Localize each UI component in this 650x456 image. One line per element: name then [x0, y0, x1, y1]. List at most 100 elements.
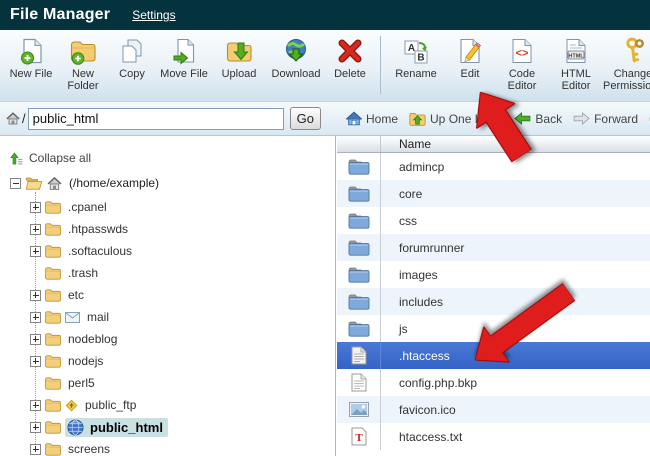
directory-tree-panel: Collapse all (/home/example) .cpanel .ht…	[0, 136, 336, 456]
expand-toggle-icon[interactable]	[30, 289, 41, 301]
forward-button[interactable]: Forward	[573, 112, 638, 126]
edit-button[interactable]: Edit	[446, 36, 494, 80]
svg-text:HTML: HTML	[568, 53, 584, 59]
folder-icon	[45, 310, 61, 324]
code-editor-button[interactable]: <> Code Editor	[496, 36, 548, 92]
tree-item-public-ftp[interactable]: public_ftp	[10, 394, 335, 416]
expand-toggle-icon[interactable]	[30, 421, 41, 433]
file-list-panel: Name admincp core css forumrunner images…	[337, 136, 650, 456]
name-column-header[interactable]: Name	[381, 136, 650, 152]
file-row-core[interactable]: core	[337, 180, 650, 207]
expand-toggle-icon[interactable]	[30, 223, 41, 235]
tree-item-softaculous[interactable]: .softaculous	[10, 240, 335, 262]
expand-toggle-icon[interactable]	[30, 311, 41, 323]
toolbar-label: New File	[9, 68, 53, 80]
folder-icon	[45, 200, 61, 214]
file-list-header: Name	[337, 136, 650, 153]
html-editor-icon: HTML	[562, 36, 590, 66]
tree-item-label: public_ftp	[85, 398, 137, 412]
folder-icon	[45, 266, 61, 280]
tree-item-label: perl5	[68, 376, 95, 390]
svg-text:A: A	[408, 43, 415, 54]
forward-icon	[573, 112, 590, 125]
up-one-level-button[interactable]: Up One Level	[409, 112, 503, 126]
file-row-admincp[interactable]: admincp	[337, 153, 650, 180]
back-icon	[514, 112, 531, 125]
file-row-images[interactable]: images	[337, 261, 650, 288]
copy-button[interactable]: Copy	[109, 36, 155, 80]
settings-link[interactable]: Settings	[132, 8, 175, 22]
change-permissions-button[interactable]: Change Permissions	[603, 36, 650, 92]
delete-icon	[336, 36, 364, 66]
expand-toggle-icon[interactable]	[30, 399, 41, 411]
tree-item-label: nodejs	[68, 354, 104, 368]
html-editor-button[interactable]: HTML HTML Editor	[550, 36, 602, 92]
toolbar-label: HTML Editor	[561, 68, 591, 92]
copy-icon	[118, 36, 146, 66]
toolbar-label: Rename	[395, 68, 437, 80]
file-row-js[interactable]: js	[337, 315, 650, 342]
file-row-config-php-bkp[interactable]: config.php.bkp	[337, 369, 650, 396]
delete-button[interactable]: Delete	[327, 36, 373, 80]
tree-item-label: .cpanel	[68, 200, 107, 214]
home-folder-icon	[47, 176, 62, 190]
expand-toggle-icon[interactable]	[30, 355, 41, 367]
toolbar-separator	[380, 36, 381, 94]
tree-item-label: .htpasswds	[68, 222, 129, 236]
expand-toggle-icon[interactable]	[30, 333, 41, 345]
nav-label: Home	[366, 111, 399, 126]
toolbar-label: Copy	[119, 68, 145, 80]
tree-item-htpasswds[interactable]: .htpasswds	[10, 218, 335, 240]
path-input[interactable]	[27, 107, 284, 130]
expand-toggle-icon[interactable]	[30, 443, 41, 455]
toolbar-label: Move File	[160, 68, 208, 80]
file-row-css[interactable]: css	[337, 207, 650, 234]
file-name: htaccess.txt	[399, 429, 463, 444]
folder-icon	[45, 354, 61, 368]
upload-button[interactable]: Upload	[213, 36, 265, 80]
up-one-level-icon	[409, 112, 426, 126]
tree-item-screens[interactable]: screens	[10, 438, 335, 456]
file-name: .htaccess	[399, 348, 450, 363]
tree-item-mail[interactable]: mail	[10, 306, 335, 328]
tree-item-label: .trash	[68, 266, 99, 280]
tree-item-trash[interactable]: .trash	[10, 262, 335, 284]
rename-icon: AB	[402, 36, 430, 66]
collapse-toggle-icon[interactable]	[10, 177, 21, 189]
download-button[interactable]: Download	[267, 36, 325, 80]
document-icon	[351, 346, 367, 365]
new-file-button[interactable]: New File	[5, 36, 57, 80]
home-nav-button[interactable]: Home	[346, 111, 398, 126]
folder-icon	[45, 442, 61, 456]
tree-root-item[interactable]: (/home/example)	[10, 170, 335, 196]
expand-toggle-icon[interactable]	[30, 245, 41, 257]
folder-blue-icon	[348, 158, 370, 175]
tree-item-cpanel[interactable]: .cpanel	[10, 196, 335, 218]
file-row-favicon-ico[interactable]: favicon.ico	[337, 396, 650, 423]
move-file-button[interactable]: Move File	[157, 36, 211, 80]
tree-item-nodeblog[interactable]: nodeblog	[10, 328, 335, 350]
file-row-htaccess-txt[interactable]: T htaccess.txt	[337, 423, 650, 450]
tree-item-label: nodeblog	[68, 332, 118, 346]
go-button[interactable]: Go	[289, 107, 321, 130]
file-row-htaccess-selected[interactable]: .htaccess	[337, 342, 650, 369]
folder-icon	[45, 222, 61, 236]
expand-toggle-icon[interactable]	[30, 201, 41, 213]
tree-item-nodejs[interactable]: nodejs	[10, 350, 335, 372]
file-row-includes[interactable]: includes	[337, 288, 650, 315]
edit-icon	[456, 36, 484, 66]
new-folder-icon	[69, 36, 97, 66]
file-name: css	[399, 213, 417, 228]
tree-item-perl5[interactable]: perl5	[10, 372, 335, 394]
page-title: File Manager	[10, 6, 111, 23]
new-folder-button[interactable]: New Folder	[59, 36, 107, 92]
tree-item-label: .softaculous	[68, 244, 133, 258]
collapse-all-button[interactable]: Collapse all	[10, 146, 335, 170]
rename-button[interactable]: AB Rename	[388, 36, 444, 80]
code-editor-icon: <>	[508, 36, 536, 66]
tree-item-public-html[interactable]: public_html	[10, 416, 335, 438]
back-button[interactable]: Back	[514, 112, 562, 126]
tree-item-label: screens	[68, 442, 111, 456]
file-row-forumrunner[interactable]: forumrunner	[337, 234, 650, 261]
tree-item-etc[interactable]: etc	[10, 284, 335, 306]
